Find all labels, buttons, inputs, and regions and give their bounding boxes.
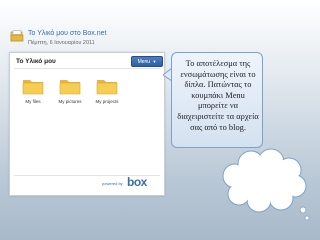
divider — [14, 68, 160, 69]
box-logo[interactable]: box — [127, 175, 147, 189]
folder-item[interactable]: My pictures — [53, 77, 87, 123]
blog-post-icon — [10, 30, 24, 42]
folder-label: My projects — [95, 99, 119, 104]
thought-bubble — [222, 148, 310, 221]
callout-box: Το αποτέλεσμα της ενσωμάτωσης είναι το δ… — [171, 52, 263, 148]
widget-title: Το Υλικό μου — [16, 58, 56, 65]
folder-grid: My files My pictures My projects — [16, 77, 126, 127]
powered-by-text: powered by — [102, 181, 123, 186]
menu-label: Menu — [137, 59, 151, 65]
folder-label: My pictures — [58, 99, 82, 104]
post-header: Το Υλικό μου στο Box.net Πέμπτη, 6 Ιανου… — [0, 0, 320, 54]
menu-button[interactable]: Menu ▼ — [131, 56, 163, 67]
chevron-down-icon: ▼ — [152, 59, 157, 64]
folder-item[interactable]: My files — [16, 77, 50, 123]
callout-text: Το αποτέλεσμα της ενσωμάτωσης είναι το δ… — [177, 59, 259, 132]
post-date: Πέμπτη, 6 Ιανουαρίου 2011 — [28, 40, 95, 46]
folder-item[interactable]: My projects — [90, 77, 124, 123]
post-title[interactable]: Το Υλικό μου στο Box.net — [28, 30, 106, 37]
box-widget: Το Υλικό μου Menu ▼ My files My pictures — [9, 52, 165, 196]
folder-label: My files — [25, 99, 41, 104]
folder-icon — [59, 80, 81, 95]
folder-icon — [22, 80, 44, 95]
folder-icon — [96, 80, 118, 95]
